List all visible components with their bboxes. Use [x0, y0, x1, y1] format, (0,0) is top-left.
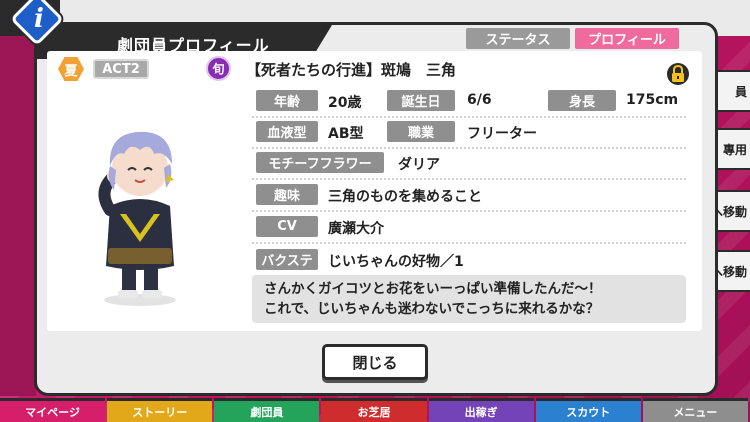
nav-members[interactable]: 劇団員 [214, 398, 320, 422]
row-divider [252, 147, 686, 149]
height-label: 身長 [548, 90, 616, 111]
tab-status[interactable]: ステータス [466, 28, 570, 49]
nav-work[interactable]: 出稼ぎ [428, 398, 534, 422]
blood-value: AB型 [328, 126, 364, 142]
age-value: 20歳 [328, 95, 362, 111]
nav-mypage[interactable]: マイページ [0, 398, 106, 422]
nav-scout[interactable]: スカウト [535, 398, 641, 422]
flower-value: ダリア [398, 157, 440, 173]
row-divider [252, 178, 686, 180]
height-value: 175cm [626, 92, 679, 108]
cv-value: 廣瀬大介 [328, 221, 384, 237]
row-divider [252, 116, 686, 118]
comment-box: さんかくガイコツとお花をいーっぱい準備したんだ～！ これで、じいちゃんも迷わない… [252, 275, 686, 323]
comment-line-2: これで、じいちゃんも迷わないでこっちに来れるかな？ [264, 301, 600, 317]
nav-story[interactable]: ストーリー [107, 398, 213, 422]
backstage-value: じいちゃんの好物／1 [328, 254, 464, 270]
age-label: 年齢 [256, 90, 318, 111]
blood-label: 血液型 [256, 121, 318, 142]
tab-profile[interactable]: プロフィール [575, 28, 679, 49]
shun-badge: 旬 [206, 56, 231, 81]
character-sprite [98, 131, 176, 306]
job-label: 職業 [387, 121, 455, 142]
side-button-label: 員 [734, 84, 747, 99]
backstage-label: バクステ [256, 249, 318, 270]
job-value: フリーター [467, 126, 537, 142]
hobby-value: 三角のものを集めること [328, 189, 482, 205]
info-icon-letter: i [34, 4, 44, 34]
row-divider [252, 210, 686, 212]
cv-label: CV [256, 216, 318, 237]
lock-icon [667, 63, 689, 85]
character-name: 【死者たちの行進】斑鳩 三角 [246, 61, 457, 79]
close-button[interactable]: 閉じる [322, 344, 428, 380]
nav-play[interactable]: お芝居 [321, 398, 427, 422]
background-left-column [0, 36, 36, 396]
comment-line-1: さんかくガイコツとお花をいーっぱい準備したんだ～！ [264, 281, 602, 297]
birthday-label: 誕生日 [387, 90, 455, 111]
birthday-value: 6/6 [467, 92, 492, 108]
hobby-label: 趣味 [256, 184, 318, 205]
row-divider [252, 242, 686, 244]
act-badge: ACT2 [93, 59, 149, 79]
flower-label: モチーフフラワー [256, 152, 384, 173]
nav-menu[interactable]: メニュー [642, 398, 748, 422]
side-button-label: 專用 [722, 142, 747, 157]
bottom-navigation: マイページ ストーリー 劇団員 お芝居 出稼ぎ スカウト メニュー [0, 398, 750, 422]
